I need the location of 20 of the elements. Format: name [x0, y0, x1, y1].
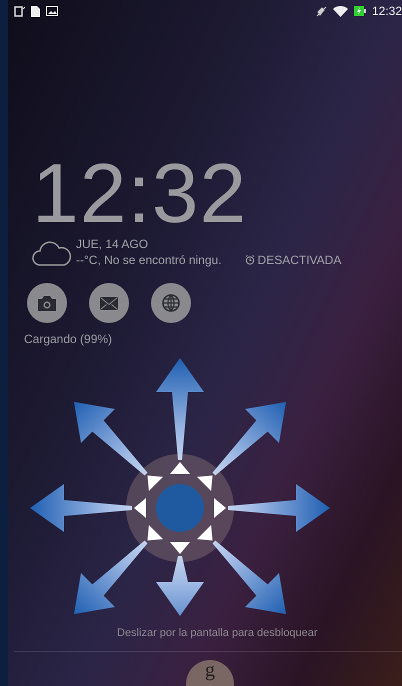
clock-time: 12:32 [32, 155, 248, 231]
alarm-icon [244, 255, 255, 265]
camera-icon [38, 296, 56, 310]
status-time: 12:32 [372, 4, 402, 18]
browser-shortcut[interactable] [151, 283, 191, 323]
camera-shortcut[interactable] [27, 283, 67, 323]
wifi-icon [332, 5, 348, 17]
alarm-status: DESACTIVADA [258, 253, 342, 267]
document-icon [31, 6, 40, 16]
weather-text: --°C, No se encontró ningu. [76, 253, 222, 267]
google-search-button[interactable]: g [186, 660, 234, 686]
globe-icon [162, 294, 180, 312]
cloud-icon [32, 241, 72, 267]
image-icon [46, 6, 58, 16]
mail-shortcut[interactable] [89, 283, 129, 323]
charging-status: Cargando (99%) [24, 332, 114, 346]
unlock-hint: Deslizar por la pantalla para desbloquear [117, 627, 318, 639]
date-text: JUE, 14 AGO [76, 237, 150, 251]
envelope-icon [100, 296, 118, 310]
battery-charging-icon [354, 5, 366, 17]
